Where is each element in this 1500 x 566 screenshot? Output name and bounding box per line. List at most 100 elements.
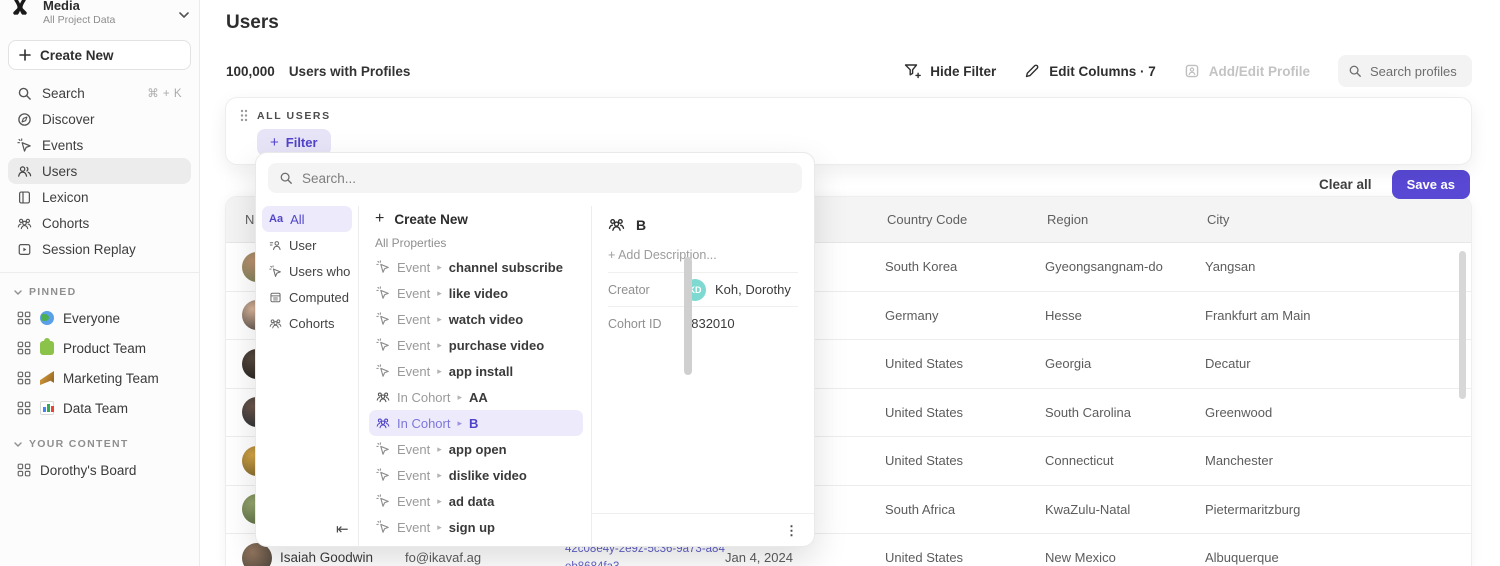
property-event-ad-data[interactable]: Event▸ad data (369, 488, 583, 514)
sidebar-item-cohorts[interactable]: Cohorts (8, 210, 191, 236)
clear-all-button[interactable]: Clear all (1319, 177, 1372, 192)
sidebar-item-data-team[interactable]: Data Team (8, 393, 191, 423)
book-icon (17, 190, 32, 205)
cell-region: New Mexico (1045, 550, 1205, 565)
users-icon (17, 164, 32, 179)
property-event-app-install[interactable]: Event▸app install (369, 358, 583, 384)
sidebar: Media All Project Data Create New Search… (0, 0, 200, 566)
create-new-button[interactable]: Create New (8, 40, 191, 70)
cell-city: Decatur (1205, 356, 1471, 371)
cell-region: Connecticut (1045, 453, 1205, 468)
cohorts-icon (376, 390, 390, 404)
sidebar-item-discover[interactable]: Discover (8, 106, 191, 132)
cohort-title: B (636, 217, 646, 233)
cohorts-icon (17, 216, 32, 231)
event-cursor-icon (376, 312, 390, 326)
dropdown-create-new-button[interactable]: + Create New (369, 206, 583, 232)
cell-country: South Africa (885, 502, 1045, 517)
compass-icon (17, 112, 32, 127)
property-event-dislike-video[interactable]: Event▸dislike video (369, 462, 583, 488)
search-profiles-input[interactable] (1370, 64, 1462, 79)
user-icon (269, 239, 282, 252)
category-cohorts[interactable]: Cohorts (262, 310, 352, 336)
category-all[interactable]: Aa All (262, 206, 352, 232)
funnel-plus-icon (904, 63, 921, 79)
search-profiles-box[interactable] (1338, 55, 1472, 87)
event-cursor-icon (17, 138, 32, 153)
search-shortcut: ⌘ + K (147, 86, 182, 100)
sidebar-item-dorothys-board[interactable]: Dorothy's Board (8, 455, 191, 485)
filter-group-label: ALL USERS (257, 110, 331, 122)
profile-card-icon (1184, 63, 1200, 79)
creator-row: Creator KD Koh, Dorothy (608, 272, 798, 306)
property-event-watch-video[interactable]: Event▸watch video (369, 306, 583, 332)
cohorts-icon (376, 416, 390, 430)
search-icon (17, 86, 32, 101)
pinned-section-header[interactable]: PINNED (0, 281, 199, 303)
column-header-city[interactable]: City (1205, 212, 1471, 227)
chevron-down-icon (14, 290, 22, 295)
sidebar-divider (0, 272, 199, 273)
cell-country: United States (885, 356, 1045, 371)
puzzle-icon (40, 341, 54, 355)
filter-search-box[interactable] (268, 163, 802, 193)
cell-region: KwaZulu-Natal (1045, 502, 1205, 517)
board-icon (17, 463, 31, 477)
cell-city: Yangsan (1205, 259, 1471, 274)
cohorts-icon (269, 317, 282, 330)
sidebar-item-lexicon[interactable]: Lexicon (8, 184, 191, 210)
add-edit-profile-button[interactable]: Add/Edit Profile (1184, 63, 1310, 79)
column-header-country-code[interactable]: Country Code (885, 212, 1045, 227)
add-description-button[interactable]: + Add Description... (592, 233, 814, 272)
sidebar-item-users[interactable]: Users (8, 158, 191, 184)
filter-search-input[interactable] (302, 171, 791, 186)
dropdown-scrollbar[interactable] (684, 257, 692, 375)
filter-dropdown: Aa All User Users who di... Computed Coh… (255, 152, 815, 547)
your-content-section-header[interactable]: YOUR CONTENT (0, 433, 199, 455)
filter-category-list: Aa All User Users who di... Computed Coh… (256, 206, 359, 547)
user-count: 100,000 (226, 64, 275, 79)
cell-region: South Carolina (1045, 405, 1205, 420)
filter-property-list: + Create New All Properties Event▸channe… (359, 206, 591, 547)
collapse-panel-icon[interactable]: ⇤ (336, 520, 349, 538)
cell-country: United States (885, 405, 1045, 420)
property-cohort-b[interactable]: In Cohort▸B (369, 410, 583, 436)
creator-name: Koh, Dorothy (715, 282, 791, 297)
property-event-like-video[interactable]: Event▸like video (369, 280, 583, 306)
sidebar-item-search[interactable]: Search ⌘ + K (8, 80, 191, 106)
sidebar-item-everyone[interactable]: Everyone (8, 303, 191, 333)
drag-handle-icon[interactable] (240, 109, 248, 122)
user-count-label: Users with Profiles (289, 64, 411, 79)
property-cohort-aa[interactable]: In Cohort▸AA (369, 384, 583, 410)
hide-filter-button[interactable]: Hide Filter (904, 63, 996, 79)
property-event-channel-subscribe[interactable]: Event▸channel subscribe (369, 254, 583, 280)
bar-chart-icon (40, 401, 54, 415)
cell-city: Greenwood (1205, 405, 1471, 420)
property-event-sign-up[interactable]: Event▸sign up (369, 514, 583, 540)
cell-country: United States (885, 550, 1045, 565)
table-scrollbar[interactable] (1459, 251, 1466, 399)
property-event-app-open[interactable]: Event▸app open (369, 436, 583, 462)
cell-city: Frankfurt am Main (1205, 308, 1471, 323)
sidebar-item-events[interactable]: Events (8, 132, 191, 158)
edit-columns-button[interactable]: Edit Columns · 7 (1024, 63, 1156, 79)
workspace-switcher[interactable]: Media All Project Data (0, 0, 199, 30)
board-icon (17, 371, 31, 385)
page-title: Users (226, 12, 1472, 34)
category-users-who-did[interactable]: Users who di... (262, 258, 352, 284)
property-event-purchase-video[interactable]: Event▸purchase video (369, 332, 583, 358)
plus-icon: + (375, 210, 384, 228)
sidebar-item-marketing-team[interactable]: Marketing Team (8, 363, 191, 393)
computed-table-icon (269, 291, 282, 304)
event-cursor-icon (376, 364, 390, 378)
chevron-down-icon (14, 442, 22, 447)
more-options-icon[interactable]: ⋮ (785, 523, 798, 539)
category-user[interactable]: User (262, 232, 352, 258)
pencil-icon (1024, 63, 1040, 79)
column-header-region[interactable]: Region (1045, 212, 1205, 227)
save-as-button[interactable]: Save as (1392, 170, 1470, 199)
sidebar-item-session-replay[interactable]: Session Replay (8, 236, 191, 262)
app-logo-icon (12, 0, 34, 22)
category-computed[interactable]: Computed (262, 284, 352, 310)
sidebar-item-product-team[interactable]: Product Team (8, 333, 191, 363)
